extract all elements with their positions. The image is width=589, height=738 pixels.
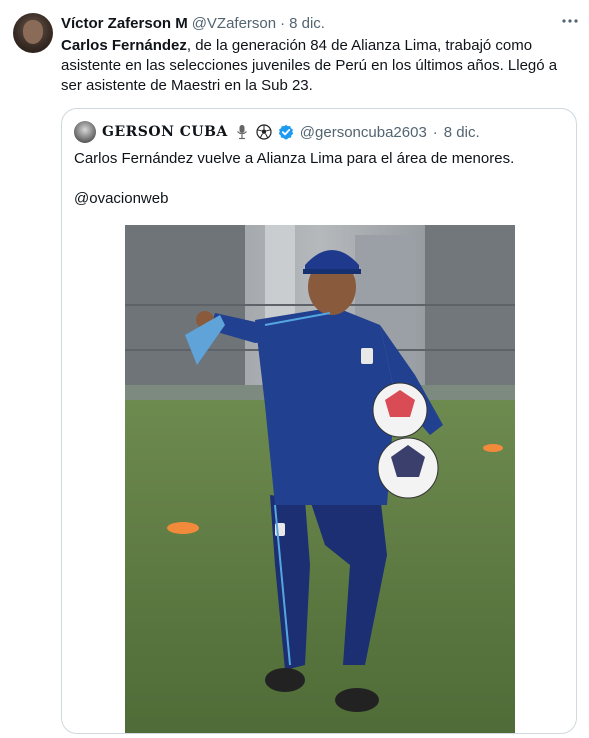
quoted-text: Carlos Fernández vuelve a Alianza Lima p… xyxy=(74,149,564,209)
author-name[interactable]: Víctor Zaferson M xyxy=(61,15,188,32)
coach-photo-illustration xyxy=(125,225,515,733)
tweet-text: Carlos Fernández, de la generación 84 de… xyxy=(61,36,573,96)
quoted-avatar[interactable] xyxy=(74,121,96,143)
tweet-text-bold: Carlos Fernández xyxy=(61,37,187,54)
author-handle[interactable]: @VZaferson xyxy=(192,15,276,32)
verified-badge-icon xyxy=(278,124,294,140)
quoted-author-handle[interactable]: @gersoncuba2603 xyxy=(300,124,427,141)
quoted-header: GERSON CUBA @gersoncuba2603 · 8 dic. xyxy=(74,121,480,143)
quoted-text-mention[interactable]: @ovacionweb xyxy=(74,189,564,209)
quoted-time[interactable]: 8 dic. xyxy=(444,124,480,141)
quoted-separator-dot: · xyxy=(432,123,438,141)
quoted-author-name[interactable]: GERSON CUBA xyxy=(102,124,228,140)
tweet-card[interactable]: Víctor Zaferson M @VZaferson · 8 dic. Ca… xyxy=(0,0,589,738)
quoted-text-line1: Carlos Fernández vuelve a Alianza Lima p… xyxy=(74,150,515,167)
soccer-ball-icon xyxy=(256,124,272,140)
microphone-icon xyxy=(234,124,250,140)
quoted-photo[interactable] xyxy=(125,225,515,733)
more-horizontal-icon[interactable] xyxy=(560,12,580,32)
author-avatar[interactable] xyxy=(13,13,53,53)
tweet-time[interactable]: 8 dic. xyxy=(289,15,325,32)
separator-dot: · xyxy=(280,14,286,32)
tweet-header: Víctor Zaferson M @VZaferson · 8 dic. xyxy=(61,13,325,33)
quoted-tweet[interactable]: GERSON CUBA @gersoncuba2603 · 8 dic. Car… xyxy=(61,108,577,734)
